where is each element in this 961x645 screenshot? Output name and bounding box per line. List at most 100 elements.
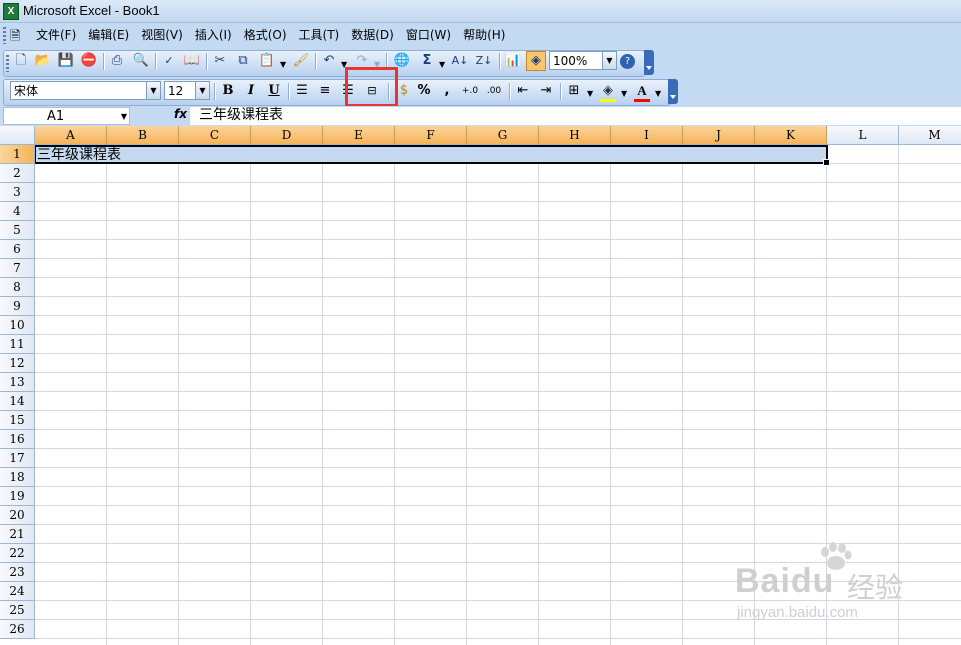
column-header-k[interactable]: K bbox=[755, 126, 827, 145]
chevron-down-icon[interactable]: ▼ bbox=[195, 82, 209, 99]
zoom-select[interactable]: 100% ▼ bbox=[549, 51, 617, 70]
open-icon[interactable]: 📂 bbox=[33, 51, 53, 71]
menu-file[interactable]: 文件(F) bbox=[30, 23, 82, 48]
column-header-m[interactable]: M bbox=[899, 126, 961, 145]
row-header-19[interactable]: 19 bbox=[0, 487, 35, 506]
percent-button[interactable]: % bbox=[414, 81, 434, 101]
row-header-23[interactable]: 23 bbox=[0, 563, 35, 582]
row-header-21[interactable]: 21 bbox=[0, 525, 35, 544]
chevron-down-icon[interactable]: ▼ bbox=[146, 82, 160, 99]
copy-icon[interactable]: ⧉ bbox=[233, 51, 253, 71]
align-center-icon[interactable]: ≡ bbox=[315, 81, 335, 101]
menu-window[interactable]: 窗口(W) bbox=[400, 23, 457, 48]
autosum-dropdown-icon[interactable]: ▼ bbox=[439, 60, 445, 69]
font-color-icon[interactable]: A bbox=[632, 81, 652, 101]
column-header-h[interactable]: H bbox=[539, 126, 611, 145]
row-header-11[interactable]: 11 bbox=[0, 335, 35, 354]
column-header-c[interactable]: C bbox=[179, 126, 251, 145]
row-header-25[interactable]: 25 bbox=[0, 601, 35, 620]
research-icon[interactable]: 📖 bbox=[182, 51, 202, 71]
menu-tools[interactable]: 工具(T) bbox=[293, 23, 346, 48]
menu-edit[interactable]: 编辑(E) bbox=[82, 23, 135, 48]
font-name-select[interactable]: 宋体 ▼ bbox=[10, 81, 161, 100]
row-header-1[interactable]: 1 bbox=[0, 145, 35, 164]
select-all-button[interactable] bbox=[0, 126, 35, 145]
document-icon[interactable]: 🗎 bbox=[10, 27, 26, 44]
borders-icon[interactable]: ⊞ bbox=[564, 81, 584, 101]
column-header-g[interactable]: G bbox=[467, 126, 539, 145]
row-header-10[interactable]: 10 bbox=[0, 316, 35, 335]
comma-style-button[interactable]: , bbox=[437, 81, 457, 101]
column-header-d[interactable]: D bbox=[251, 126, 323, 145]
row-header-17[interactable]: 17 bbox=[0, 449, 35, 468]
toolbar-grip-icon[interactable] bbox=[3, 27, 6, 44]
column-header-e[interactable]: E bbox=[323, 126, 395, 145]
column-header-i[interactable]: I bbox=[611, 126, 683, 145]
chart-wizard-icon[interactable]: 📊 bbox=[503, 51, 523, 71]
row-header-4[interactable]: 4 bbox=[0, 202, 35, 221]
row-header-15[interactable]: 15 bbox=[0, 411, 35, 430]
row-header-24[interactable]: 24 bbox=[0, 582, 35, 601]
print-icon[interactable]: ⎙ bbox=[107, 51, 127, 71]
menu-data[interactable]: 数据(D) bbox=[345, 23, 400, 48]
row-header-16[interactable]: 16 bbox=[0, 430, 35, 449]
row-header-5[interactable]: 5 bbox=[0, 221, 35, 240]
row-header-20[interactable]: 20 bbox=[0, 506, 35, 525]
fill-color-icon[interactable]: ◈ bbox=[598, 81, 618, 101]
undo-icon[interactable]: ↶ bbox=[319, 51, 339, 71]
sort-descending-icon[interactable]: Z↓ bbox=[474, 51, 494, 71]
font-size-select[interactable]: 12 ▼ bbox=[164, 81, 210, 100]
toolbar-options-icon[interactable] bbox=[644, 50, 654, 75]
decrease-decimal-icon[interactable]: .00 bbox=[484, 81, 504, 101]
drawing-icon[interactable]: ◈ bbox=[526, 51, 546, 71]
menu-help[interactable]: 帮助(H) bbox=[457, 23, 511, 48]
row-header-14[interactable]: 14 bbox=[0, 392, 35, 411]
print-preview-icon[interactable]: 🔍 bbox=[131, 51, 151, 71]
font-color-dropdown-icon[interactable]: ▼ bbox=[655, 89, 661, 98]
name-box[interactable]: A1 ▼ bbox=[3, 107, 130, 125]
autosum-icon[interactable]: Σ bbox=[417, 51, 437, 71]
formula-input[interactable]: 三年级课程表 bbox=[190, 107, 961, 125]
borders-dropdown-icon[interactable]: ▼ bbox=[587, 89, 593, 98]
save-icon[interactable]: 💾 bbox=[56, 51, 76, 71]
format-painter-icon[interactable]: 🖌 bbox=[291, 51, 311, 71]
row-header-6[interactable]: 6 bbox=[0, 240, 35, 259]
row-header-13[interactable]: 13 bbox=[0, 373, 35, 392]
column-header-l[interactable]: L bbox=[827, 126, 899, 145]
new-icon[interactable]: 🗋 bbox=[11, 51, 31, 71]
increase-decimal-icon[interactable]: +.0 bbox=[460, 81, 480, 101]
increase-indent-icon[interactable]: ⇥ bbox=[536, 81, 556, 101]
align-left-icon[interactable]: ☰ bbox=[292, 81, 312, 101]
column-header-b[interactable]: B bbox=[107, 126, 179, 145]
menu-insert[interactable]: 插入(I) bbox=[189, 23, 238, 48]
paste-icon[interactable]: 📋 bbox=[257, 51, 277, 71]
cell-a1[interactable]: 三年级课程表 bbox=[37, 146, 121, 164]
paste-dropdown-icon[interactable]: ▼ bbox=[280, 60, 286, 69]
sort-ascending-icon[interactable]: A↓ bbox=[450, 51, 470, 71]
italic-button[interactable]: I bbox=[241, 81, 261, 101]
row-header-26[interactable]: 26 bbox=[0, 620, 35, 639]
insert-function-icon[interactable]: fx bbox=[174, 107, 187, 121]
menu-view[interactable]: 视图(V) bbox=[135, 23, 189, 48]
column-header-f[interactable]: F bbox=[395, 126, 467, 145]
column-header-a[interactable]: A bbox=[35, 126, 107, 145]
help-icon[interactable]: ? bbox=[620, 54, 635, 69]
fill-color-dropdown-icon[interactable]: ▼ bbox=[621, 89, 627, 98]
row-header-2[interactable]: 2 bbox=[0, 164, 35, 183]
toolbar-options-icon[interactable] bbox=[668, 79, 678, 104]
decrease-indent-icon[interactable]: ⇤ bbox=[513, 81, 533, 101]
row-header-18[interactable]: 18 bbox=[0, 468, 35, 487]
cut-icon[interactable]: ✂ bbox=[210, 51, 230, 71]
fill-handle[interactable] bbox=[823, 159, 830, 166]
row-header-8[interactable]: 8 bbox=[0, 278, 35, 297]
row-header-7[interactable]: 7 bbox=[0, 259, 35, 278]
row-header-9[interactable]: 9 bbox=[0, 297, 35, 316]
spelling-icon[interactable]: ✓ bbox=[159, 51, 179, 71]
row-header-12[interactable]: 12 bbox=[0, 354, 35, 373]
selection-range[interactable] bbox=[35, 145, 830, 166]
menu-format[interactable]: 格式(O) bbox=[238, 23, 293, 48]
permission-icon[interactable]: ⛔ bbox=[79, 51, 99, 71]
chevron-down-icon[interactable]: ▼ bbox=[121, 108, 127, 125]
row-header-3[interactable]: 3 bbox=[0, 183, 35, 202]
excel-app-icon[interactable]: X bbox=[3, 3, 19, 20]
